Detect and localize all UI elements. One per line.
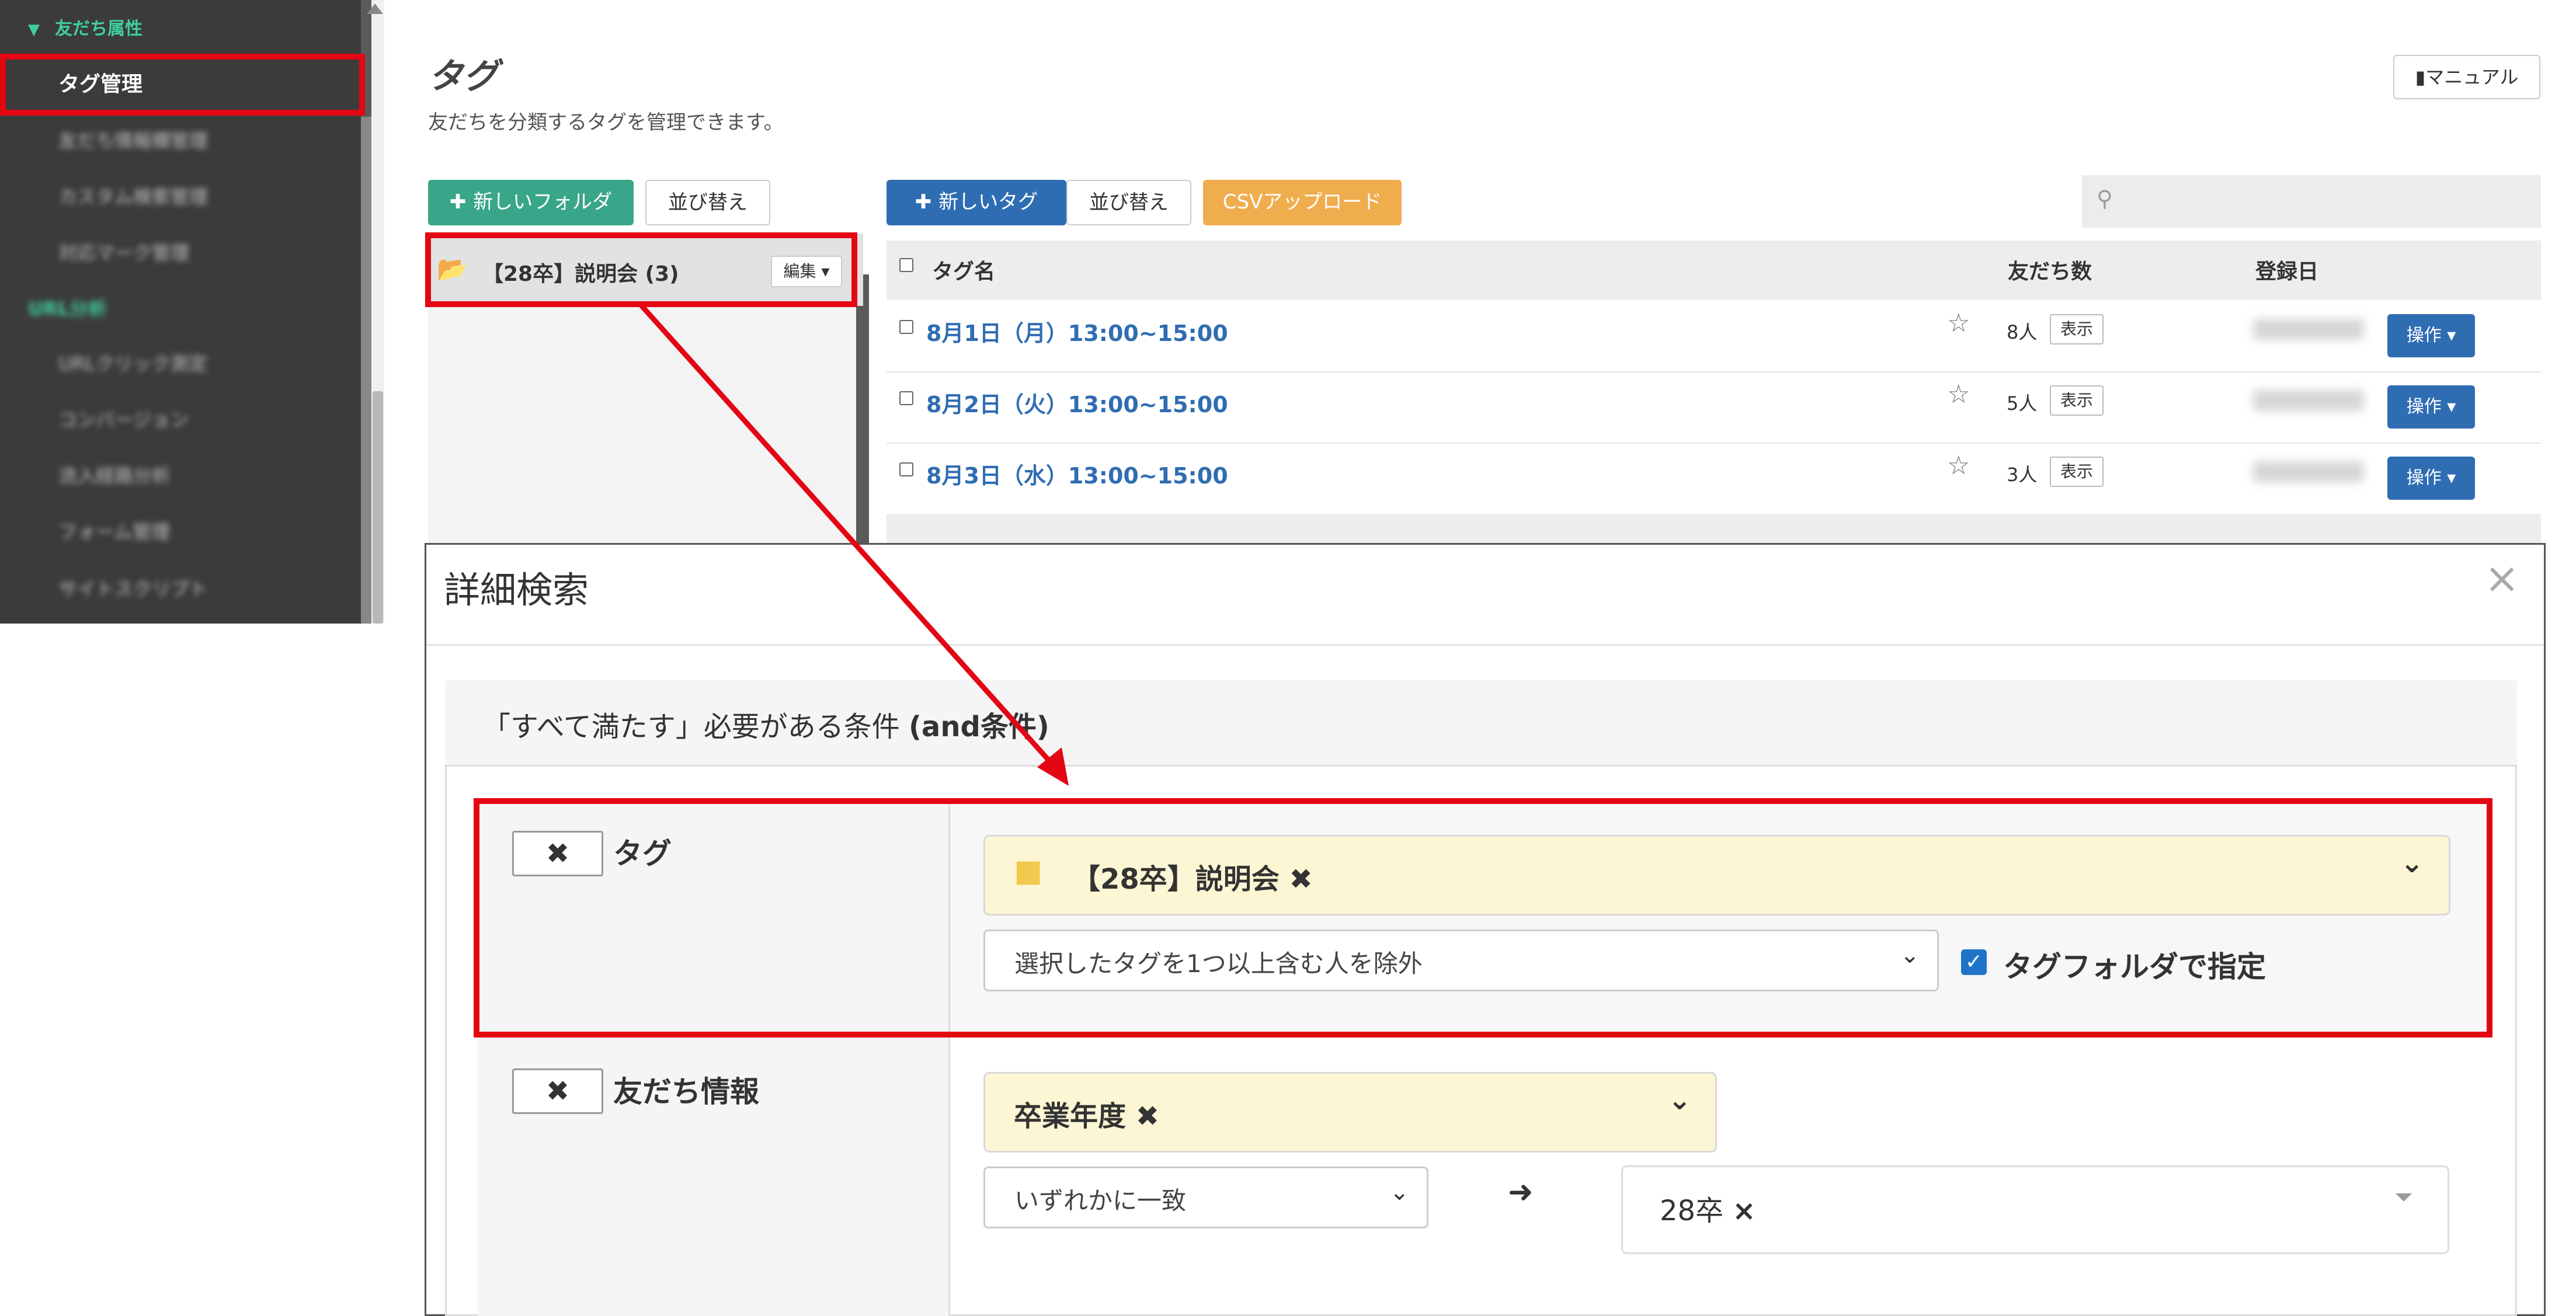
arrow-line xyxy=(639,303,1059,772)
annotation-arrow xyxy=(639,303,1069,786)
